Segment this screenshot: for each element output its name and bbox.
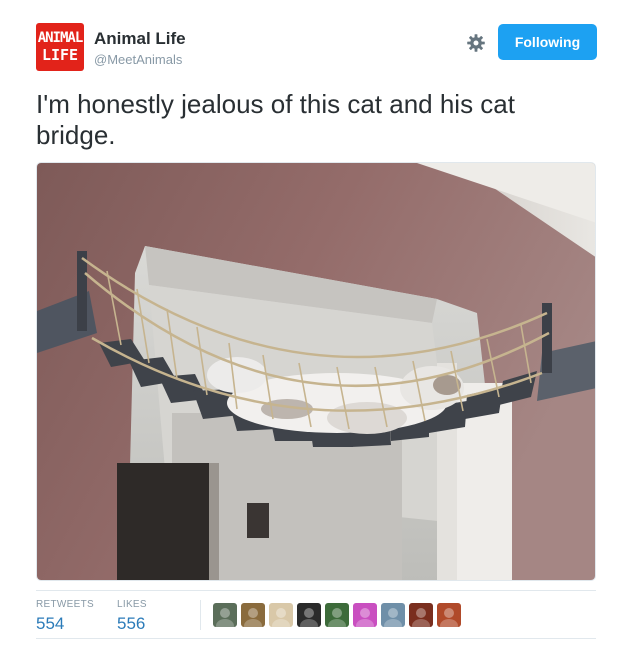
user-avatar-4[interactable]: [297, 603, 321, 627]
avatar-logo-line1: ANIMAL: [37, 30, 84, 46]
user-avatar-5[interactable]: [325, 603, 349, 627]
likes-label: LIKES: [117, 599, 147, 610]
user-avatar-3[interactable]: [269, 603, 293, 627]
divider-top: [36, 590, 596, 591]
tweet-text: I'm honestly jealous of this cat and his…: [36, 89, 515, 150]
retweets-label: RETWEETS: [36, 599, 94, 610]
retweets-count[interactable]: 554: [36, 613, 94, 635]
user-avatar-1[interactable]: [213, 603, 237, 627]
account-avatar[interactable]: ANIMAL LIFE: [36, 23, 84, 71]
avatar-logo-line2: LIFE: [41, 46, 79, 64]
user-avatar-9[interactable]: [437, 603, 461, 627]
divider-bottom: [36, 638, 596, 639]
display-name[interactable]: Animal Life: [94, 29, 186, 49]
likes-stat[interactable]: LIKES 556: [117, 599, 147, 635]
tweet-photo[interactable]: [36, 162, 596, 581]
user-avatar-6[interactable]: [353, 603, 377, 627]
liker-avatars: [213, 603, 461, 627]
user-avatar-7[interactable]: [381, 603, 405, 627]
user-avatar-2[interactable]: [241, 603, 265, 627]
retweets-stat[interactable]: RETWEETS 554: [36, 599, 94, 635]
gear-icon[interactable]: [464, 31, 488, 55]
stats-separator: [200, 600, 201, 630]
likes-count[interactable]: 556: [117, 613, 147, 635]
account-names: Animal Life @MeetAnimals: [94, 29, 186, 69]
tweet-card: ANIMAL LIFE Animal Life @MeetAnimals Fol…: [0, 0, 630, 645]
account-handle[interactable]: @MeetAnimals: [94, 51, 186, 69]
user-avatar-8[interactable]: [409, 603, 433, 627]
following-button[interactable]: Following: [498, 24, 597, 60]
